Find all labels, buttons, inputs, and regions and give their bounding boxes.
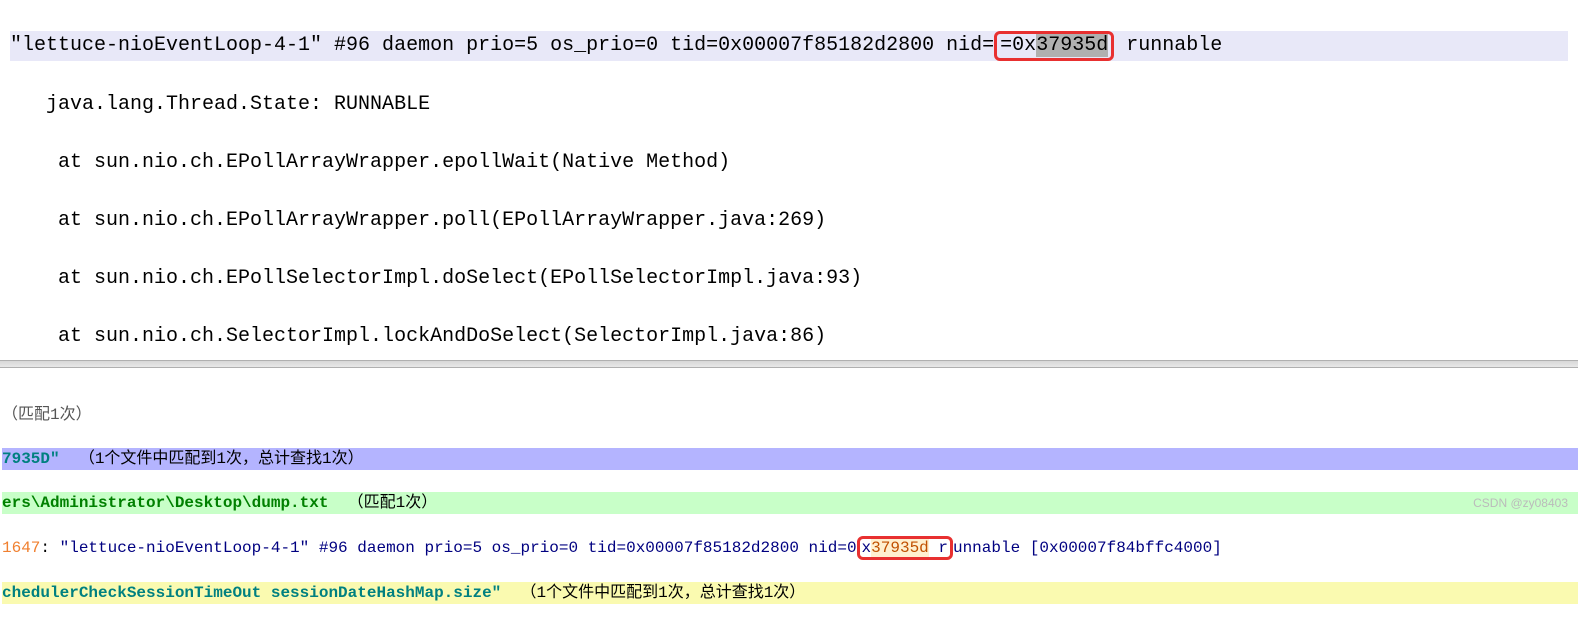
match-line-row[interactable]: 1647: "lettuce-nioEventLoop-4-1" #96 dae…: [2, 536, 1578, 560]
nid-selected: 37935d: [1036, 34, 1108, 57]
stack-line: at sun.nio.ch.EPollArrayWrapper.poll(EPo…: [10, 206, 1568, 235]
watermark: CSDN @zy08403: [1473, 496, 1568, 510]
nid-highlight-box: =0x37935d: [994, 31, 1114, 61]
thread-dump-view[interactable]: "lettuce-nioEventLoop-4-1" #96 daemon pr…: [0, 0, 1578, 360]
match-highlight: 37935d: [871, 539, 929, 557]
line-number: 1647: [2, 539, 40, 557]
match-count-row: （匹配1次）: [2, 404, 1578, 426]
stack-line: at sun.nio.ch.SelectorImpl.lockAndDoSele…: [10, 322, 1568, 351]
stack-line: at sun.nio.ch.EPollSelectorImpl.doSelect…: [10, 264, 1568, 293]
search-summary-row-2[interactable]: chedulerCheckSessionTimeOut sessionDateH…: [2, 582, 1578, 604]
pane-splitter[interactable]: [0, 360, 1578, 368]
thread-header-text: "lettuce-nioEventLoop-4-1" #96 daemon pr…: [10, 34, 994, 57]
spacer: [0, 368, 1578, 382]
nid-highlight-box-2: x37935d r: [857, 536, 953, 560]
file-path-row[interactable]: ers\Administrator\Desktop\dump.txt （匹配1次…: [2, 492, 1578, 514]
search-summary-row[interactable]: 7935D" （1个文件中匹配到1次，总计查找1次）: [2, 448, 1578, 470]
stack-line: java.lang.Thread.State: RUNNABLE: [10, 90, 1568, 119]
stack-line: at sun.nio.ch.EPollArrayWrapper.epollWai…: [10, 148, 1568, 177]
thread-header-line: "lettuce-nioEventLoop-4-1" #96 daemon pr…: [10, 31, 1568, 61]
search-results-pane[interactable]: （匹配1次） 7935D" （1个文件中匹配到1次，总计查找1次） ers\Ad…: [0, 382, 1578, 626]
